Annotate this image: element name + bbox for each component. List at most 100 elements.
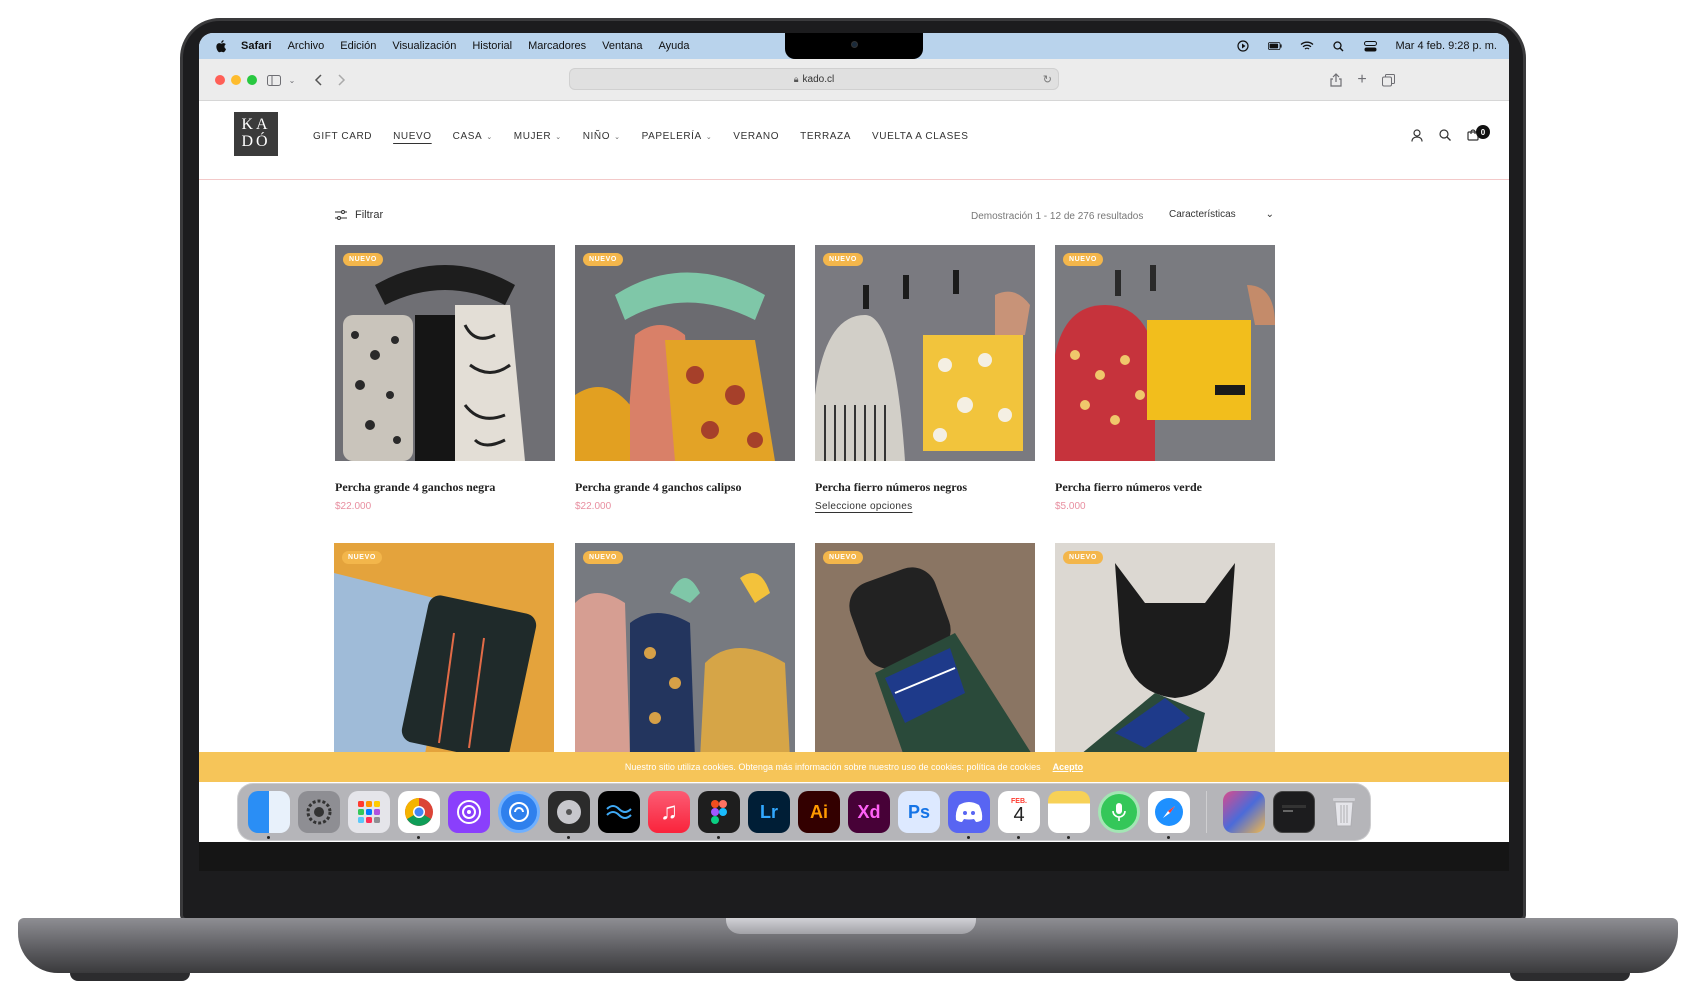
product-card[interactable]: NUEVO Percha fierro números verde $5.000 (1055, 245, 1275, 512)
product-image[interactable]: NUEVO (815, 245, 1035, 461)
product-card[interactable]: NUEVO Percha fierro números negros Selec… (815, 245, 1035, 512)
back-icon[interactable] (307, 69, 329, 91)
trash-icon[interactable] (1323, 791, 1365, 833)
nav-terraza[interactable]: TERRAZA (800, 131, 851, 142)
cart-icon[interactable]: 0 (1465, 125, 1490, 143)
product-card[interactable]: NUEVO (815, 543, 1035, 759)
apple-music-icon[interactable]: ♫ (648, 791, 690, 833)
lightroom-icon[interactable]: Lr (748, 791, 790, 833)
control-center-icon[interactable] (1364, 39, 1378, 53)
header-actions: 0 (1409, 125, 1490, 143)
nav-nuevo[interactable]: NUEVO (393, 131, 432, 142)
menu-visualizacion[interactable]: Visualización (392, 40, 456, 52)
new-tab-icon[interactable]: + (1351, 69, 1373, 91)
new-badge: NUEVO (823, 253, 863, 266)
chrome-icon[interactable] (398, 791, 440, 839)
product-image[interactable]: NUEVO (335, 245, 555, 461)
nav-verano[interactable]: VERANO (733, 131, 779, 142)
product-image[interactable]: NUEVO (1055, 245, 1275, 461)
product-name[interactable]: Percha fierro números negros (815, 480, 1035, 495)
podcasts-icon[interactable] (448, 791, 490, 833)
desktop-background (199, 842, 1509, 871)
bottle-opener-photo (815, 543, 1035, 759)
product-name[interactable]: Percha grande 4 ganchos negra (335, 480, 555, 495)
new-badge: NUEVO (343, 253, 383, 266)
filter-button[interactable]: Filtrar (335, 209, 383, 221)
product-image[interactable]: NUEVO (334, 543, 554, 759)
product-image[interactable]: NUEVO (575, 245, 795, 461)
minimize-window-button[interactable] (231, 75, 241, 85)
nav-papeleria[interactable]: PAPELERÍA ⌄ (642, 131, 713, 142)
nav-nino[interactable]: NIÑO ⌄ (583, 131, 621, 142)
cookie-accept-button[interactable]: Acepto (1053, 762, 1084, 772)
chevron-down-icon: ⌄ (555, 133, 562, 141)
apple-logo-icon[interactable] (215, 39, 227, 53)
menu-marcadores[interactable]: Marcadores (528, 40, 586, 52)
laptop-sleeve-photo (334, 543, 554, 759)
wifi-icon[interactable] (1300, 39, 1314, 53)
terminal-icon[interactable] (1273, 791, 1315, 833)
spotlight-search-icon[interactable] (1332, 39, 1346, 53)
nav-label: PAPELERÍA (641, 131, 702, 142)
product-price: $22.000 (575, 501, 612, 512)
chevron-down-icon[interactable]: ⌄ (281, 69, 303, 91)
nav-casa[interactable]: CASA ⌄ (453, 131, 493, 142)
mic-icon[interactable] (1098, 791, 1140, 833)
fullscreen-window-button[interactable] (247, 75, 257, 85)
sort-select[interactable]: Características ⌄ (1169, 209, 1274, 220)
select-options-link[interactable]: Seleccione opciones (815, 501, 1035, 512)
account-icon[interactable] (1409, 127, 1425, 143)
product-price: $22.000 (335, 501, 372, 512)
calendar-icon[interactable]: FEB. 4 (998, 791, 1040, 839)
product-name[interactable]: Percha grande 4 ganchos calipso (575, 480, 795, 495)
xd-icon[interactable]: Xd (848, 791, 890, 833)
product-image[interactable]: NUEVO (815, 543, 1035, 759)
menu-historial[interactable]: Historial (472, 40, 512, 52)
tab-overview-icon[interactable] (1377, 69, 1399, 91)
discord-icon[interactable] (948, 791, 990, 839)
photoshop-icon[interactable]: Ps (898, 791, 940, 833)
menu-app-name[interactable]: Safari (241, 40, 272, 52)
window-controls (215, 75, 257, 85)
safari-icon[interactable] (1148, 791, 1190, 839)
music-app-icon[interactable] (498, 791, 540, 833)
wave-icon[interactable] (598, 791, 640, 833)
new-badge: NUEVO (1063, 551, 1103, 564)
figma-icon[interactable] (698, 791, 740, 839)
nav-label: CASA (452, 131, 483, 142)
system-settings-icon[interactable] (298, 791, 340, 833)
close-window-button[interactable] (215, 75, 225, 85)
menu-ventana[interactable]: Ventana (602, 40, 642, 52)
menubar-clock[interactable]: Mar 4 feb. 9:28 p. m. (1396, 40, 1498, 52)
bird-hooks-photo (575, 543, 795, 759)
calendar-day: 4 (1013, 803, 1025, 826)
product-image[interactable]: NUEVO (1055, 543, 1275, 759)
product-card[interactable]: NUEVO Percha grande 4 ganchos negra $22.… (335, 245, 555, 512)
share-icon[interactable] (1325, 69, 1347, 91)
illustrator-icon[interactable]: Ai (798, 791, 840, 833)
kado-logo[interactable]: KA DÓ (234, 112, 278, 156)
battery-icon[interactable] (1267, 39, 1282, 53)
nav-gift-card[interactable]: GIFT CARD (313, 131, 372, 142)
nav-vuelta-a-clases[interactable]: VUELTA A CLASES (872, 131, 968, 142)
product-image[interactable]: NUEVO (575, 543, 795, 759)
image-icon[interactable] (1223, 791, 1265, 833)
product-name[interactable]: Percha fierro números verde (1055, 480, 1275, 495)
address-bar[interactable]: 🔒︎ kado.cl ↻ (569, 68, 1059, 90)
product-card[interactable]: NUEVO (334, 543, 554, 759)
product-card[interactable]: NUEVO Percha grande 4 ganchos calipso $2… (575, 245, 795, 512)
play-icon[interactable] (1236, 39, 1250, 53)
product-card[interactable]: NUEVO (575, 543, 795, 759)
menu-ayuda[interactable]: Ayuda (659, 40, 690, 52)
product-card[interactable]: NUEVO (1055, 543, 1275, 759)
launchpad-icon[interactable] (348, 791, 390, 833)
notes-icon[interactable] (1048, 791, 1090, 839)
nav-mujer[interactable]: MUJER ⌄ (514, 131, 562, 142)
forward-icon[interactable] (331, 69, 353, 91)
menu-archivo[interactable]: Archivo (288, 40, 325, 52)
search-icon[interactable] (1437, 127, 1453, 143)
reload-icon[interactable]: ↻ (1043, 73, 1052, 86)
menu-edicion[interactable]: Edición (340, 40, 376, 52)
disk-icon[interactable] (548, 791, 590, 839)
finder-icon[interactable] (248, 791, 290, 839)
